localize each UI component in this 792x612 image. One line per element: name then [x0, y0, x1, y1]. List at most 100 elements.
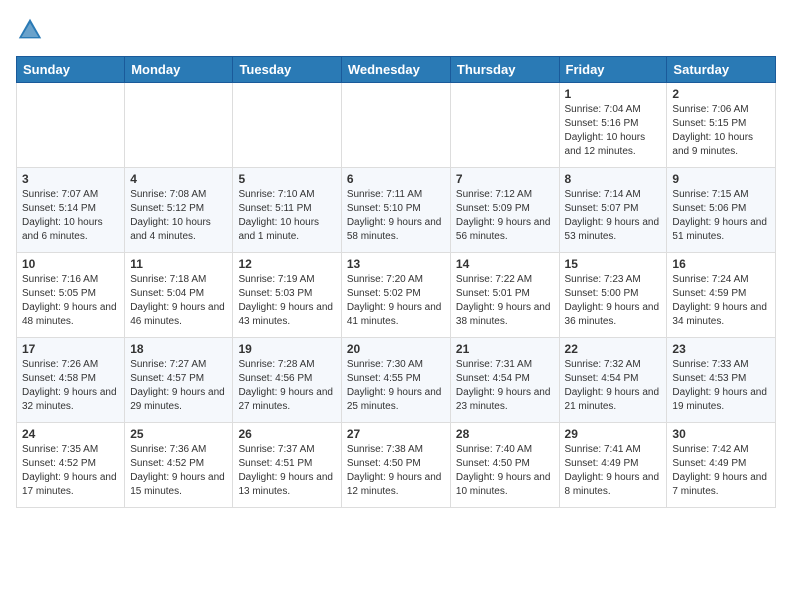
calendar-cell: 18 Sunrise: 7:27 AM Sunset: 4:57 PM Dayli…: [125, 338, 233, 423]
day-number: 23: [672, 342, 770, 356]
day-info: Sunrise: 7:18 AM Sunset: 5:04 PM Dayligh…: [130, 273, 227, 329]
day-info: Sunrise: 7:33 AM Sunset: 4:53 PM Dayligh…: [672, 358, 770, 414]
calendar-cell: 19 Sunrise: 7:28 AM Sunset: 4:56 PM Dayli…: [233, 338, 341, 423]
day-number: 11: [130, 257, 227, 271]
day-info: Sunrise: 7:42 AM Sunset: 4:49 PM Dayligh…: [672, 443, 770, 499]
day-number: 9: [672, 172, 770, 186]
day-number: 2: [672, 87, 770, 101]
calendar-cell: 9 Sunrise: 7:15 AM Sunset: 5:06 PM Daylig…: [667, 168, 776, 253]
day-info: Sunrise: 7:15 AM Sunset: 5:06 PM Dayligh…: [672, 188, 770, 244]
calendar-cell: 7 Sunrise: 7:12 AM Sunset: 5:09 PM Daylig…: [450, 168, 559, 253]
day-number: 30: [672, 427, 770, 441]
calendar-cell: [17, 83, 125, 168]
page-header: [16, 16, 776, 44]
day-number: 28: [456, 427, 554, 441]
day-info: Sunrise: 7:26 AM Sunset: 4:58 PM Dayligh…: [22, 358, 119, 414]
day-number: 5: [238, 172, 335, 186]
calendar-cell: 12Sunrise: 7:19 AM Sunset: 5:03 PM Dayli…: [233, 253, 341, 338]
day-info: Sunrise: 7:04 AM Sunset: 5:16 PM Dayligh…: [565, 103, 662, 159]
calendar-cell: 25 Sunrise: 7:36 AM Sunset: 4:52 PM Dayli…: [125, 423, 233, 508]
day-number: 15: [565, 257, 662, 271]
calendar-cell: 3 Sunrise: 7:07 AM Sunset: 5:14 PM Daylig…: [17, 168, 125, 253]
weekday-header-saturday: Saturday: [667, 57, 776, 83]
day-info: Sunrise: 7:12 AM Sunset: 5:09 PM Dayligh…: [456, 188, 554, 244]
calendar-cell: 28 Sunrise: 7:40 AM Sunset: 4:50 PM Dayli…: [450, 423, 559, 508]
calendar-cell: 30 Sunrise: 7:42 AM Sunset: 4:49 PM Dayli…: [667, 423, 776, 508]
day-info: Sunrise: 7:30 AM Sunset: 4:55 PM Dayligh…: [347, 358, 445, 414]
day-info: Sunrise: 7:40 AM Sunset: 4:50 PM Dayligh…: [456, 443, 554, 499]
calendar-cell: 14 Sunrise: 7:22 AM Sunset: 5:01 PM Dayli…: [450, 253, 559, 338]
calendar-header: SundayMondayTuesdayWednesdayThursdayFrid…: [17, 57, 776, 83]
day-number: 12: [238, 257, 335, 271]
day-info: Sunrise: 7:16 AM Sunset: 5:05 PM Dayligh…: [22, 273, 119, 329]
calendar-table: SundayMondayTuesdayWednesdayThursdayFrid…: [16, 56, 776, 508]
weekday-header-tuesday: Tuesday: [233, 57, 341, 83]
day-number: 19: [238, 342, 335, 356]
calendar-cell: 15 Sunrise: 7:23 AM Sunset: 5:00 PM Dayli…: [559, 253, 667, 338]
calendar-cell: [233, 83, 341, 168]
day-number: 29: [565, 427, 662, 441]
calendar-week-row: 10Sunrise: 7:16 AM Sunset: 5:05 PM Dayli…: [17, 253, 776, 338]
day-number: 27: [347, 427, 445, 441]
day-info: Sunrise: 7:14 AM Sunset: 5:07 PM Dayligh…: [565, 188, 662, 244]
weekday-header-thursday: Thursday: [450, 57, 559, 83]
day-info: Sunrise: 7:35 AM Sunset: 4:52 PM Dayligh…: [22, 443, 119, 499]
day-number: 8: [565, 172, 662, 186]
calendar-cell: 29 Sunrise: 7:41 AM Sunset: 4:49 PM Dayli…: [559, 423, 667, 508]
calendar-cell: 20 Sunrise: 7:30 AM Sunset: 4:55 PM Dayli…: [341, 338, 450, 423]
calendar-cell: 11 Sunrise: 7:18 AM Sunset: 5:04 PM Dayli…: [125, 253, 233, 338]
day-number: 25: [130, 427, 227, 441]
weekday-header-friday: Friday: [559, 57, 667, 83]
calendar-cell: 8 Sunrise: 7:14 AM Sunset: 5:07 PM Daylig…: [559, 168, 667, 253]
logo-icon: [16, 16, 44, 44]
calendar-week-row: 17Sunrise: 7:26 AM Sunset: 4:58 PM Dayli…: [17, 338, 776, 423]
calendar-cell: 22 Sunrise: 7:32 AM Sunset: 4:54 PM Dayli…: [559, 338, 667, 423]
calendar-cell: 10Sunrise: 7:16 AM Sunset: 5:05 PM Dayli…: [17, 253, 125, 338]
calendar-cell: 16 Sunrise: 7:24 AM Sunset: 4:59 PM Dayli…: [667, 253, 776, 338]
calendar-cell: [341, 83, 450, 168]
day-number: 6: [347, 172, 445, 186]
day-number: 3: [22, 172, 119, 186]
calendar-week-row: 3 Sunrise: 7:07 AM Sunset: 5:14 PM Daylig…: [17, 168, 776, 253]
logo: [16, 16, 48, 44]
day-info: Sunrise: 7:28 AM Sunset: 4:56 PM Dayligh…: [238, 358, 335, 414]
calendar-cell: 1Sunrise: 7:04 AM Sunset: 5:16 PM Daylig…: [559, 83, 667, 168]
day-info: Sunrise: 7:37 AM Sunset: 4:51 PM Dayligh…: [238, 443, 335, 499]
calendar-cell: 27Sunrise: 7:38 AM Sunset: 4:50 PM Dayli…: [341, 423, 450, 508]
day-number: 14: [456, 257, 554, 271]
day-info: Sunrise: 7:22 AM Sunset: 5:01 PM Dayligh…: [456, 273, 554, 329]
calendar-cell: 17Sunrise: 7:26 AM Sunset: 4:58 PM Dayli…: [17, 338, 125, 423]
day-info: Sunrise: 7:23 AM Sunset: 5:00 PM Dayligh…: [565, 273, 662, 329]
day-info: Sunrise: 7:32 AM Sunset: 4:54 PM Dayligh…: [565, 358, 662, 414]
day-info: Sunrise: 7:06 AM Sunset: 5:15 PM Dayligh…: [672, 103, 770, 159]
calendar-week-row: 24 Sunrise: 7:35 AM Sunset: 4:52 PM Dayli…: [17, 423, 776, 508]
calendar-cell: [450, 83, 559, 168]
weekday-header-wednesday: Wednesday: [341, 57, 450, 83]
day-info: Sunrise: 7:07 AM Sunset: 5:14 PM Dayligh…: [22, 188, 119, 244]
calendar-week-row: 1Sunrise: 7:04 AM Sunset: 5:16 PM Daylig…: [17, 83, 776, 168]
day-number: 21: [456, 342, 554, 356]
calendar-cell: [125, 83, 233, 168]
day-info: Sunrise: 7:41 AM Sunset: 4:49 PM Dayligh…: [565, 443, 662, 499]
calendar-body: 1Sunrise: 7:04 AM Sunset: 5:16 PM Daylig…: [17, 83, 776, 508]
day-number: 4: [130, 172, 227, 186]
calendar-cell: 5Sunrise: 7:10 AM Sunset: 5:11 PM Daylig…: [233, 168, 341, 253]
day-number: 20: [347, 342, 445, 356]
calendar-cell: 24 Sunrise: 7:35 AM Sunset: 4:52 PM Dayli…: [17, 423, 125, 508]
day-number: 18: [130, 342, 227, 356]
day-number: 24: [22, 427, 119, 441]
day-number: 22: [565, 342, 662, 356]
day-info: Sunrise: 7:27 AM Sunset: 4:57 PM Dayligh…: [130, 358, 227, 414]
day-number: 7: [456, 172, 554, 186]
weekday-header-monday: Monday: [125, 57, 233, 83]
calendar-cell: 23 Sunrise: 7:33 AM Sunset: 4:53 PM Dayli…: [667, 338, 776, 423]
day-info: Sunrise: 7:31 AM Sunset: 4:54 PM Dayligh…: [456, 358, 554, 414]
day-number: 13: [347, 257, 445, 271]
day-info: Sunrise: 7:08 AM Sunset: 5:12 PM Dayligh…: [130, 188, 227, 244]
calendar-cell: 6Sunrise: 7:11 AM Sunset: 5:10 PM Daylig…: [341, 168, 450, 253]
calendar-cell: 21 Sunrise: 7:31 AM Sunset: 4:54 PM Dayli…: [450, 338, 559, 423]
day-info: Sunrise: 7:36 AM Sunset: 4:52 PM Dayligh…: [130, 443, 227, 499]
day-number: 16: [672, 257, 770, 271]
calendar-cell: 2 Sunrise: 7:06 AM Sunset: 5:15 PM Daylig…: [667, 83, 776, 168]
day-info: Sunrise: 7:24 AM Sunset: 4:59 PM Dayligh…: [672, 273, 770, 329]
